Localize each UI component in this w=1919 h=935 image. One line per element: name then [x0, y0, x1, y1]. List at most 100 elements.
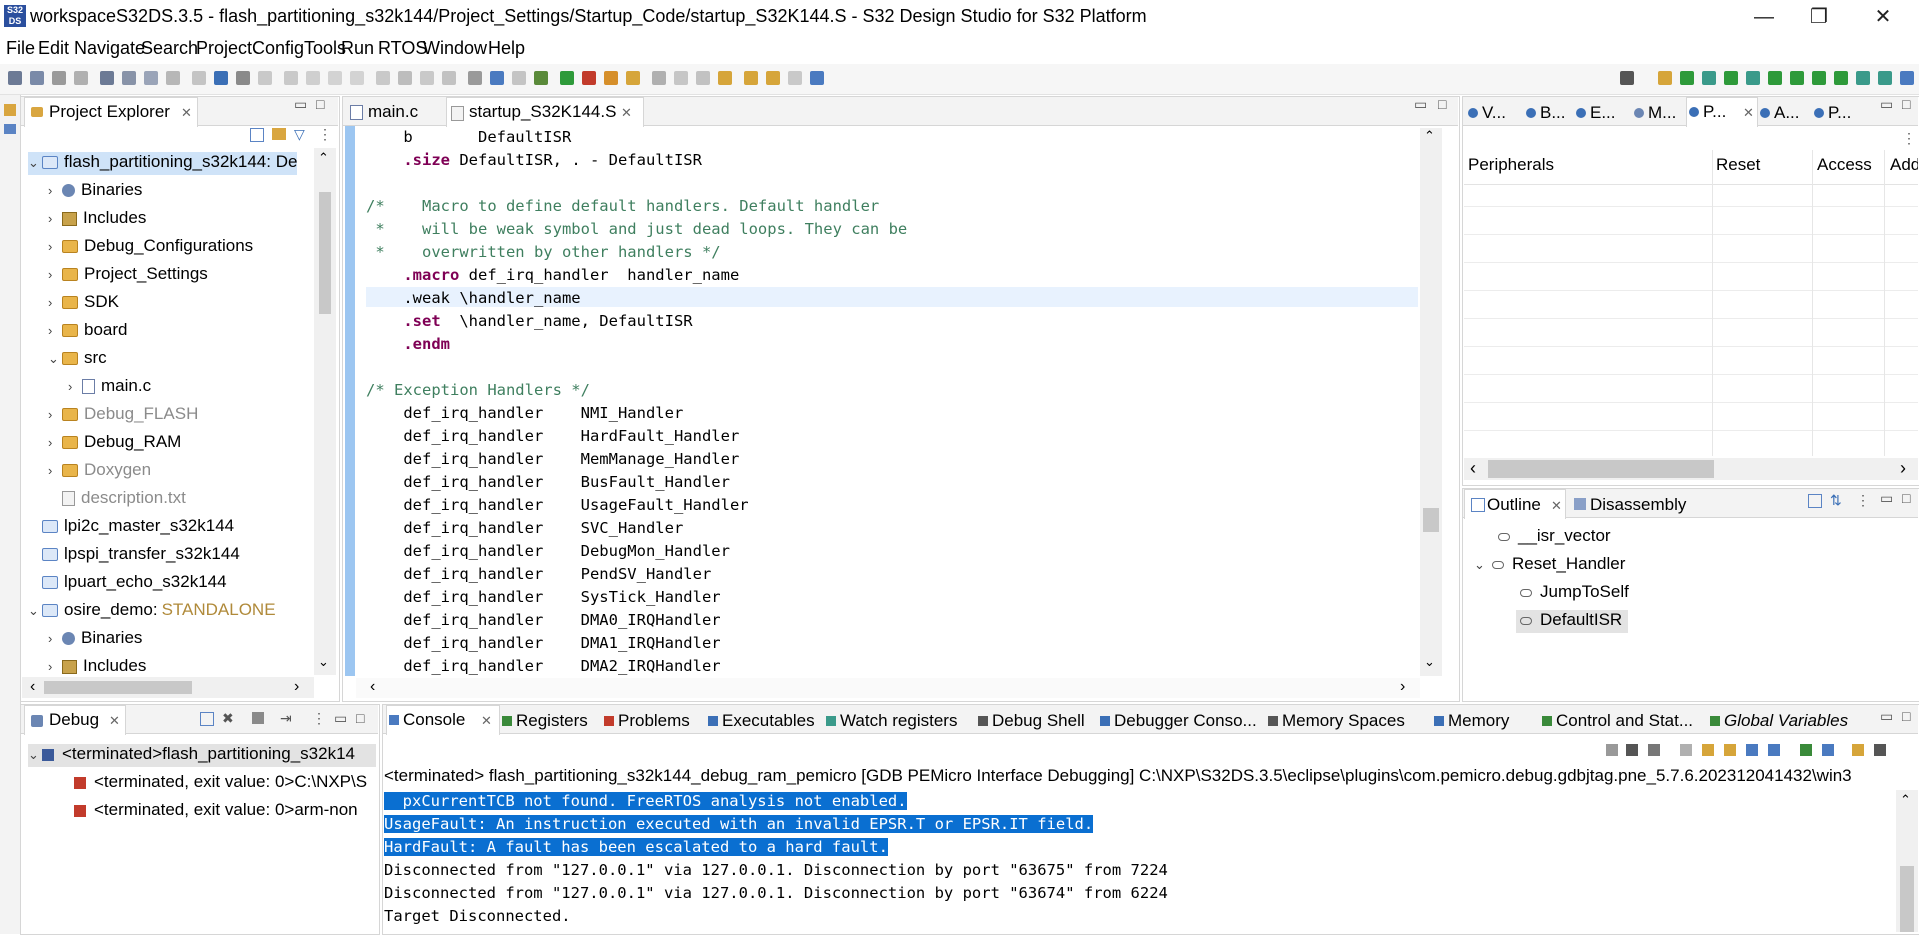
tab-right-3[interactable]: M...	[1632, 99, 1684, 125]
chevron-right-icon[interactable]: ›	[48, 631, 62, 646]
chevron-right-icon[interactable]: ›	[48, 435, 62, 450]
close-icon[interactable]: ✕	[109, 713, 120, 729]
editor-vscrollbar[interactable]	[1420, 128, 1442, 676]
tab-right-1[interactable]: B...	[1524, 99, 1576, 125]
scroll-up-icon[interactable]: ⌃	[1424, 128, 1435, 144]
chevron-right-icon[interactable]: ›	[48, 267, 62, 282]
console-toolbar-icon[interactable]	[1724, 744, 1736, 756]
tree-item[interactable]: › SDK	[48, 292, 119, 315]
tab-console-8[interactable]: Memory	[1432, 707, 1538, 733]
tree-item[interactable]: ⌄ flash_partitioning_s32k144: De	[28, 152, 298, 175]
tree-item[interactable]: lpuart_echo_s32k144	[28, 572, 227, 595]
chevron-down-icon[interactable]: ⌄	[28, 747, 42, 763]
scrollbar-thumb[interactable]	[1423, 508, 1439, 532]
view-menu-icon[interactable]: ⋮	[1902, 130, 1916, 147]
toolbar-icon[interactable]	[512, 71, 526, 85]
perspective-icon[interactable]	[1834, 71, 1848, 85]
remove-terminated-icon[interactable]: ✖	[222, 710, 234, 727]
tab-right-0[interactable]: V...	[1466, 99, 1518, 125]
chevron-right-icon[interactable]: ›	[48, 463, 62, 478]
chevron-down-icon[interactable]: ⌄	[28, 603, 42, 619]
toolbar-icon[interactable]	[284, 71, 298, 85]
toolbar-icon[interactable]	[718, 71, 732, 85]
toolbar-icon[interactable]	[766, 71, 780, 85]
scroll-right-icon[interactable]: ›	[294, 678, 299, 696]
minimize-pane-icon[interactable]: ▭	[1880, 490, 1893, 507]
maximize-pane-icon[interactable]: □	[1902, 490, 1910, 506]
chevron-right-icon[interactable]: ›	[48, 183, 62, 198]
toolbar-icon[interactable]	[582, 71, 596, 85]
scrollbar-thumb[interactable]	[319, 192, 331, 314]
toolbar-icon[interactable]	[52, 71, 66, 85]
debug-tree-item[interactable]: ⌄ <terminated>flash_partitioning_s32k14	[28, 744, 376, 767]
tree-item[interactable]: description.txt	[48, 488, 186, 511]
close-icon[interactable]: ✕	[1551, 498, 1562, 514]
column-address[interactable]: Add	[1890, 155, 1918, 175]
tree-item[interactable]: › Doxygen	[48, 460, 151, 483]
scroll-up-icon[interactable]: ⌃	[1900, 792, 1911, 808]
perspective-icon[interactable]	[1768, 71, 1782, 85]
toolbar-icon[interactable]	[74, 71, 88, 85]
tab-console-9[interactable]: Control and Stat...	[1540, 707, 1706, 733]
perspective-icon[interactable]	[1790, 71, 1804, 85]
scrollbar-thumb[interactable]	[1488, 460, 1714, 478]
view-menu-icon[interactable]: ⋮	[1856, 492, 1870, 509]
tab-right-5[interactable]: A...	[1758, 99, 1810, 125]
chevron-right-icon[interactable]: ›	[48, 295, 62, 310]
toolbar-icon[interactable]	[788, 71, 802, 85]
console-toolbar-icon[interactable]	[1626, 744, 1638, 756]
toolbar-icon[interactable]	[376, 71, 390, 85]
scroll-down-icon[interactable]: ⌄	[1424, 654, 1435, 670]
chevron-right-icon[interactable]: ›	[48, 323, 62, 338]
tab-project-explorer[interactable]: Project Explorer ✕	[24, 97, 198, 127]
debug-tree-item[interactable]: <terminated, exit value: 0>arm-non	[74, 800, 376, 823]
collapse-all-icon[interactable]	[250, 128, 264, 142]
column-peripherals[interactable]: Peripherals	[1468, 155, 1554, 175]
toolbar-icon[interactable]	[328, 71, 342, 85]
toolbar-icon[interactable]	[122, 71, 136, 85]
console-toolbar-icon[interactable]	[1852, 744, 1864, 756]
minimize-button[interactable]: —	[1737, 2, 1791, 32]
tree-item[interactable]: › Debug_Configurations	[48, 236, 253, 259]
toolbar-icon[interactable]	[398, 71, 412, 85]
project-explorer-vscrollbar[interactable]	[314, 148, 336, 675]
tree-item[interactable]: › Includes	[48, 656, 146, 679]
console-toolbar-icon[interactable]	[1702, 744, 1714, 756]
tree-item[interactable]: › Debug_FLASH	[48, 404, 198, 427]
tab-right-6[interactable]: P...	[1812, 99, 1864, 125]
tree-item[interactable]: › board	[48, 320, 127, 343]
minimize-pane-icon[interactable]: ▭	[294, 96, 307, 113]
scroll-down-icon[interactable]: ⌄	[318, 654, 329, 670]
perspective-icon[interactable]	[1658, 71, 1672, 85]
step-icon[interactable]: ⇥	[280, 710, 292, 727]
minimize-pane-icon[interactable]: ▭	[1880, 708, 1893, 725]
chevron-down-icon[interactable]: ⌄	[48, 351, 62, 367]
collapse-icon[interactable]	[200, 712, 214, 726]
console-toolbar-icon[interactable]	[1768, 744, 1780, 756]
console-toolbar-icon[interactable]	[1746, 744, 1758, 756]
maximize-pane-icon[interactable]: □	[1902, 96, 1910, 112]
toolbar-icon[interactable]	[674, 71, 688, 85]
toolbar-icon[interactable]	[306, 71, 320, 85]
tree-item[interactable]: ⌄ osire_demo: STANDALONE	[28, 600, 276, 623]
perspective-icon[interactable]	[1746, 71, 1760, 85]
tree-item[interactable]: lpi2c_master_s32k144	[28, 516, 234, 539]
menu-window[interactable]: Window	[423, 38, 487, 59]
maximize-pane-icon[interactable]: □	[356, 710, 364, 726]
tab-console-10[interactable]: Global Variables	[1708, 707, 1894, 733]
console-toolbar-icon[interactable]	[1648, 744, 1660, 756]
maximize-pane-icon[interactable]: □	[1438, 96, 1446, 112]
tab-console-1[interactable]: Registers	[500, 707, 600, 733]
scrollbar-thumb[interactable]	[44, 681, 192, 694]
perspective-icon[interactable]	[1812, 71, 1826, 85]
perspective-icon[interactable]	[1702, 71, 1716, 85]
scroll-up-icon[interactable]: ⌃	[318, 150, 329, 166]
scroll-left-icon[interactable]: ‹	[370, 678, 375, 696]
toolbar-icon[interactable]	[810, 71, 824, 85]
chevron-right-icon[interactable]: ›	[48, 659, 62, 674]
tree-item[interactable]: › Binaries	[48, 180, 142, 203]
tab-console-7[interactable]: Memory Spaces	[1266, 707, 1430, 733]
menu-navigate[interactable]: Navigate	[74, 38, 145, 59]
close-icon[interactable]: ✕	[181, 105, 192, 121]
tab-console-4[interactable]: Watch registers	[824, 707, 974, 733]
